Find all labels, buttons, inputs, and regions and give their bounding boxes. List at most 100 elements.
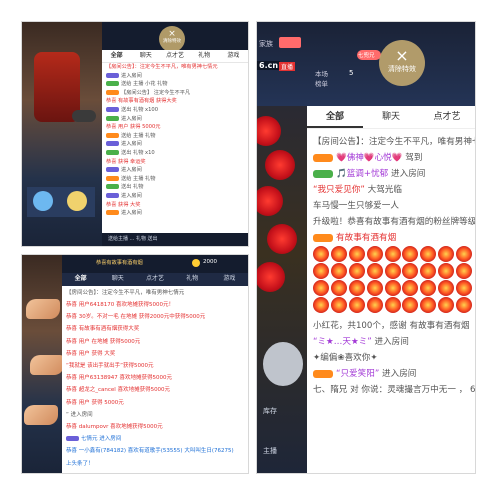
- coin-count: 2000: [203, 259, 217, 265]
- domain-label: 6.cn: [257, 61, 281, 70]
- gift-icon: [366, 280, 383, 296]
- tab-bar: 全部 聊天 点才艺: [307, 106, 475, 129]
- gift-icon: [384, 297, 401, 313]
- gift-icon: [402, 263, 419, 279]
- list-item: 进入房间: [102, 115, 248, 124]
- gift-tray[interactable]: [27, 187, 95, 217]
- video-control[interactable]: [72, 110, 96, 122]
- rank-number: 5: [349, 69, 354, 77]
- list-item: 上头条了！: [66, 460, 94, 467]
- list-item: “我只爱见你” 大驾光临: [313, 185, 402, 195]
- list-item: 送给 主播 礼物: [102, 132, 248, 141]
- list-item: 进入房间: [102, 140, 248, 149]
- list-item: 小红花，共100个，感谢 有故事有酒有烟: [313, 321, 470, 331]
- list-item: 进入房间: [102, 209, 248, 218]
- gift-icon: [313, 263, 329, 279]
- tab-bar: 全部 聊天 点才艺 礼物 游戏: [102, 50, 248, 63]
- list-item: 💗佛神💗心悦💗 驾到: [307, 150, 475, 166]
- send-bar[interactable]: 送给主播 ... 礼物 送出: [102, 233, 248, 246]
- list-item: 升级啦！恭喜有故事有酒有烟的粉丝牌等级升: [313, 217, 475, 227]
- screenshot-bottom-left: 恭喜有故事有酒有烟 2000 全部 聊天 点才艺 礼物 游戏 【房间公告】：注定…: [22, 255, 248, 473]
- list-item: 七、隋兄 对 你说：灵魂撮言万中无一 ， 6626: [313, 385, 475, 395]
- tab-chat[interactable]: 聊天: [363, 106, 419, 128]
- family-badge: [279, 37, 301, 48]
- screenshot-top-left: × 清除特效 全部 聊天 点才艺 礼物 游戏 【房间公告】：注定今生不平凡，唯有…: [22, 22, 248, 246]
- list-item: “ミ★…天★ミ” 进入房间: [313, 337, 409, 347]
- tab-game[interactable]: 游戏: [219, 50, 248, 62]
- list-item: 恭喜 用户 获得 5000元: [106, 124, 161, 131]
- avatar[interactable]: [263, 342, 303, 386]
- family-label: 家族: [259, 40, 273, 48]
- gift-icon: [313, 297, 329, 313]
- video-stage: [22, 22, 102, 246]
- chat-list: 【房间公告】：注定今生不平凡，唯有男神七 💗佛神💗心悦💗 驾到 🎵篮调+忧郁 进…: [307, 132, 475, 473]
- tab-all[interactable]: 全部: [62, 273, 99, 286]
- announcement: 【房间公告】：注定今生不平凡，唯有男神七情元: [66, 290, 185, 296]
- list-item: 车马慢一生只够爱一人: [313, 201, 399, 211]
- tab-talent[interactable]: 点才艺: [136, 273, 173, 286]
- tab-talent[interactable]: 点才艺: [160, 50, 189, 62]
- flower-ornament: [265, 150, 295, 180]
- tab-game[interactable]: 游戏: [211, 273, 248, 286]
- list-item: 恭喜 用户 获得 大奖: [66, 350, 116, 357]
- flower-ornament: [257, 186, 283, 216]
- gift-icon: [456, 263, 473, 279]
- header-stage: 家族 6.cn 直播 本场 榜单 5 七兜兄: [257, 22, 475, 106]
- list-item: 送给 主播 礼物: [102, 175, 248, 184]
- tab-bar: 全部 聊天 点才艺 礼物 游戏: [62, 273, 248, 286]
- gift-icon: [384, 263, 401, 279]
- list-item: 恭喜 有故事有酒有烟获得大奖: [66, 326, 140, 333]
- list-item: 进入房间: [102, 192, 248, 201]
- gift-icon: [313, 280, 329, 296]
- top-dark-bar: 恭喜有故事有酒有烟 2000: [62, 255, 248, 273]
- clear-effects-button[interactable]: × 清除特效: [159, 26, 185, 52]
- gift-icon: [402, 246, 419, 262]
- chat-list: 【房间公告】：注定今生不平凡，唯有男神七情元 恭喜 用户6418170 喜欢地摊…: [62, 287, 248, 473]
- tab-gift[interactable]: 礼物: [174, 273, 211, 286]
- list-item: ✦编偏❀喜欢你✦: [313, 353, 378, 363]
- list-item: 进入房间: [102, 72, 248, 81]
- gift-icon: [366, 263, 383, 279]
- bottom-label-stock[interactable]: 库存: [263, 406, 277, 416]
- bottom-label-host[interactable]: 主播: [263, 446, 277, 456]
- list-item: 恭喜 超龙之_cancel 喜欢地摊获得5000元: [66, 387, 171, 394]
- chat-list: 【房间公告】：注定今生不平凡，唯有男神七情元 进入房间 送给 主播 小花 礼物 …: [102, 63, 248, 233]
- list-item: 恭喜 用户 获得 5000元: [66, 399, 124, 406]
- close-icon: ×: [168, 29, 176, 39]
- clear-effects-button[interactable]: × 清除特效: [379, 40, 425, 86]
- list-item: 恭喜 获得 幸运奖: [106, 158, 146, 165]
- gift-icon: [456, 246, 473, 262]
- gift-icon: [438, 280, 455, 296]
- hand-effect: [26, 299, 60, 319]
- tab-all[interactable]: 全部: [102, 50, 131, 62]
- flower-ornament: [257, 262, 285, 292]
- list-item: 恭喜 30岁。不对一毛 在地摊 获得2000元中获得5000元: [66, 314, 206, 321]
- gift-icon: [330, 246, 347, 262]
- gift-icon: [384, 280, 401, 296]
- gift-icon: [348, 297, 365, 313]
- gift-icon: [384, 246, 401, 262]
- list-item: “ 进入房间: [66, 411, 93, 418]
- list-item: 恭喜 有故事有酒有烟 获得大奖: [106, 98, 177, 105]
- flower-ornament: [267, 224, 297, 254]
- header-text: 恭喜有故事有酒有烟: [96, 260, 143, 266]
- list-item: 【房间公告】 注定今生不平凡: [102, 89, 248, 98]
- list-item: 送出 礼物 x100: [102, 106, 248, 115]
- gift-icon: [366, 246, 383, 262]
- list-item: 送出 礼物: [102, 183, 248, 192]
- tab-talent[interactable]: 点才艺: [419, 106, 475, 128]
- list-item: 恭喜 用户 在地摊 获得5000元: [66, 338, 141, 345]
- announcement: 【房间公告】：注定今生不平凡，唯有男神七情元: [106, 64, 218, 70]
- list-item: 恭喜 用户6418170 喜欢地摊获得5000元！: [66, 302, 174, 308]
- list-item: 送给 主播 小花 礼物: [102, 80, 248, 89]
- list-item: 送出 礼物 x10: [102, 149, 248, 158]
- gift-icon: [366, 297, 383, 313]
- list-item: 进入房间: [102, 166, 248, 175]
- tab-chat[interactable]: 聊天: [131, 50, 160, 62]
- session-label: 本场: [315, 70, 328, 78]
- gift-icon: [348, 280, 365, 296]
- tab-chat[interactable]: 聊天: [99, 273, 136, 286]
- gift-icon: [420, 246, 437, 262]
- tab-gift[interactable]: 礼物: [190, 50, 219, 62]
- tab-all[interactable]: 全部: [307, 106, 363, 128]
